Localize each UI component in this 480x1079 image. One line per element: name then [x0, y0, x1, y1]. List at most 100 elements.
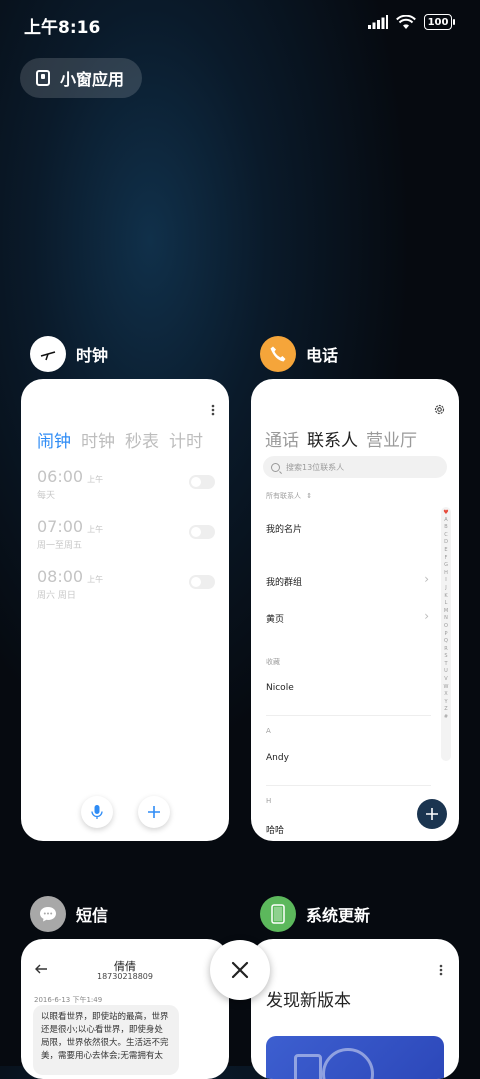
add-alarm-button[interactable]: [138, 796, 170, 828]
close-icon: [231, 961, 249, 979]
sms-message-bubble[interactable]: 以眼看世界，即使站的最高，世界还是很小;以心看世界，即使身处局限，世界依然很大。…: [33, 1005, 179, 1075]
phone-app-icon: [260, 336, 296, 372]
small-window-apps-button[interactable]: 小窗应用: [20, 58, 143, 98]
alphabet-letter[interactable]: E: [444, 547, 447, 555]
small-window-icon: [36, 70, 50, 86]
sms-app-icon: [30, 896, 66, 932]
system-update-icon: [260, 896, 296, 932]
alphabet-letter[interactable]: H: [444, 570, 448, 578]
alphabet-letter[interactable]: X: [444, 691, 447, 699]
tab-alarm[interactable]: 闹钟: [37, 427, 71, 452]
alphabet-letter[interactable]: V: [444, 676, 447, 684]
alphabet-letter[interactable]: O: [444, 623, 448, 631]
clock-tabs: 闹钟 时钟 秒表 计时: [37, 427, 203, 452]
alarm-toggle[interactable]: [189, 575, 215, 589]
clear-all-button[interactable]: [210, 940, 270, 1000]
alphabet-letter[interactable]: G: [444, 562, 448, 570]
yellow-pages-item[interactable]: 黄页: [266, 612, 284, 625]
favorites-heart-icon: ♥: [443, 509, 449, 516]
alphabet-letter[interactable]: B: [444, 524, 447, 532]
section-letter: A: [266, 727, 271, 735]
update-app-name: 系统更新: [306, 906, 371, 925]
alphabet-letter[interactable]: P: [444, 631, 447, 639]
alphabet-letter[interactable]: U: [444, 668, 448, 676]
alphabet-letter[interactable]: S: [444, 653, 447, 661]
alarm-item[interactable]: 08:00 上午 周六 周日: [37, 567, 103, 601]
alphabet-letter[interactable]: Z: [444, 706, 447, 714]
chevron-right-icon: ›: [424, 572, 429, 586]
more-options-icon[interactable]: [439, 964, 443, 976]
alphabet-letter[interactable]: W: [444, 684, 449, 692]
microphone-icon: [91, 805, 103, 819]
alphabet-letter[interactable]: #: [444, 714, 448, 722]
phone-app-header[interactable]: 电话: [260, 336, 338, 372]
small-window-label: 小窗应用: [60, 70, 125, 89]
alphabet-letter[interactable]: Q: [444, 638, 448, 646]
contact-item[interactable]: 哈哈: [266, 823, 284, 836]
voice-alarm-button[interactable]: [81, 796, 113, 828]
alarm-ampm: 上午: [87, 525, 104, 534]
sms-app-name: 短信: [76, 906, 109, 925]
alphabet-letter[interactable]: A: [444, 517, 447, 525]
status-bar: 上午8:16 100: [0, 0, 480, 44]
alphabet-letter[interactable]: I: [445, 577, 446, 585]
search-placeholder: 搜索13位联系人: [286, 462, 345, 472]
clock-app-name: 时钟: [76, 346, 109, 365]
add-contact-button[interactable]: [417, 799, 447, 829]
alphabet-letter[interactable]: R: [444, 646, 447, 654]
section-letter: H: [266, 797, 272, 805]
alphabet-letter[interactable]: T: [444, 661, 447, 669]
alarm-toggle[interactable]: [189, 525, 215, 539]
phone-app-card[interactable]: 通话 联系人 营业厅 搜索13位联系人 所有联系人 ⇕ 我的名片 我的群组 › …: [251, 379, 459, 841]
update-app-card[interactable]: 发现新版本: [251, 939, 459, 1079]
contact-item[interactable]: Andy: [266, 753, 289, 763]
my-groups-item[interactable]: 我的群组: [266, 575, 302, 588]
sms-app-header[interactable]: 短信: [30, 896, 108, 932]
alarm-ampm: 上午: [87, 475, 104, 484]
update-headline: 发现新版本: [266, 991, 351, 1011]
tab-contacts[interactable]: 联系人: [307, 426, 358, 451]
alphabet-letter[interactable]: N: [444, 615, 448, 623]
favorites-label: 收藏: [266, 658, 280, 666]
chevron-right-icon: ›: [424, 609, 429, 623]
alarm-ampm: 上午: [87, 575, 104, 584]
sms-app-card[interactable]: 倩倩 18730218809 2016-6-13 下午1:49 以眼看世界，即使…: [21, 939, 229, 1079]
alphabet-letter[interactable]: K: [444, 593, 447, 601]
alphabet-letter[interactable]: Y: [444, 699, 447, 707]
alphabet-letter[interactable]: J: [445, 585, 446, 593]
clock-app-icon: [30, 336, 66, 372]
settings-gear-icon[interactable]: [434, 404, 445, 415]
alphabet-letter[interactable]: C: [444, 532, 448, 540]
alphabet-letter[interactable]: D: [444, 539, 448, 547]
alphabet-letter[interactable]: F: [445, 555, 448, 563]
status-icons: 100: [368, 14, 455, 30]
tab-service-hall[interactable]: 营业厅: [366, 426, 417, 451]
alphabet-letter[interactable]: L: [445, 600, 448, 608]
clock-app-card[interactable]: 闹钟 时钟 秒表 计时 06:00 上午 每天 07:00 上午 周一至周五 08:…: [21, 379, 229, 841]
tab-calls[interactable]: 通话: [265, 426, 299, 451]
contact-filter[interactable]: 所有联系人 ⇕: [266, 491, 312, 501]
tab-timer[interactable]: 计时: [169, 427, 203, 452]
alarm-item[interactable]: 06:00 上午 每天: [37, 467, 103, 501]
alarm-toggle[interactable]: [189, 475, 215, 489]
battery-icon: 100: [424, 14, 455, 30]
sort-arrows-icon: ⇕: [306, 492, 313, 500]
alphabet-index[interactable]: ♥ A B C D E F G H I J K L M N O P Q R S T U V W X Y Z #: [441, 507, 451, 761]
phone-tabs: 通话 联系人 营业厅: [265, 426, 417, 451]
tab-stopwatch[interactable]: 秒表: [125, 427, 159, 452]
contact-item[interactable]: Nicole: [266, 683, 294, 693]
contact-search-input[interactable]: 搜索13位联系人: [263, 456, 447, 478]
update-app-header[interactable]: 系统更新: [260, 896, 370, 932]
more-options-icon[interactable]: [211, 404, 215, 416]
my-card-item[interactable]: 我的名片: [266, 522, 302, 535]
signal-icon: [368, 15, 388, 29]
alphabet-letter[interactable]: M: [444, 608, 448, 616]
sms-contact-number: 18730218809: [97, 972, 153, 981]
alarm-repeat: 每天: [37, 491, 56, 501]
sms-timestamp: 2016-6-13 下午1:49: [34, 996, 103, 1004]
search-icon: [271, 462, 280, 472]
clock-app-header[interactable]: 时钟: [30, 336, 108, 372]
tab-clock[interactable]: 时钟: [81, 427, 115, 452]
contact-filter-label: 所有联系人: [266, 492, 301, 500]
alarm-item[interactable]: 07:00 上午 周一至周五: [37, 517, 103, 551]
